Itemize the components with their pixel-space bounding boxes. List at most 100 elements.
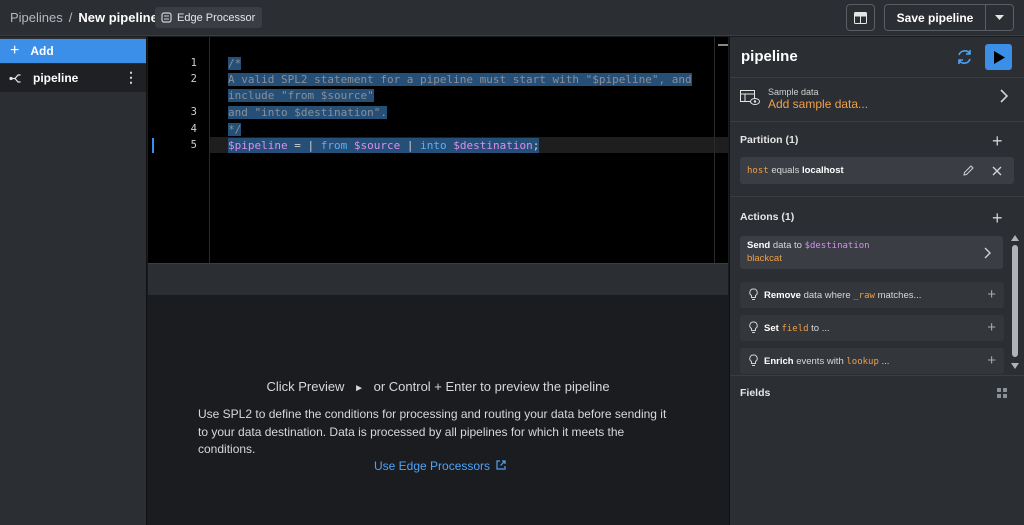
chevron-down-icon xyxy=(995,14,1004,20)
code-token: $source xyxy=(347,139,401,152)
code-token: $destination xyxy=(446,139,533,152)
panel-title: pipeline xyxy=(741,48,798,65)
divider xyxy=(730,121,1024,122)
code-token: into xyxy=(420,139,447,152)
scroll-up-icon[interactable] xyxy=(1011,235,1019,241)
layout-toggle-button[interactable] xyxy=(846,4,875,31)
preview-description: Use SPL2 to define the conditions for pr… xyxy=(198,407,667,456)
chevron-right-icon xyxy=(1000,89,1008,103)
comment-text: /* xyxy=(228,57,242,70)
code-line: */ xyxy=(228,122,242,137)
actions-heading: Actions (1) xyxy=(740,211,795,223)
link-label: Use Edge Processors xyxy=(374,459,491,473)
play-icon xyxy=(993,50,1005,64)
remove-action-suggestion[interactable]: Remove data where _raw matches... + xyxy=(740,282,1004,308)
divider xyxy=(730,375,1024,376)
editor-scrollbar[interactable] xyxy=(718,44,728,46)
suggestion-text: Enrich events with lookup ... xyxy=(764,356,889,367)
code-token: = | xyxy=(287,139,321,152)
action-verb: Enrich xyxy=(764,356,794,367)
sidebar-add-button[interactable]: + Add xyxy=(0,39,146,63)
edge-processor-chip: Edge Processor xyxy=(155,7,263,28)
breadcrumb: Pipelines / New pipeline xyxy=(10,10,158,25)
spl2-code-editor[interactable]: 1 2 3 4 5 /* A valid SPL2 statement for … xyxy=(148,37,728,263)
action-code: _raw xyxy=(853,291,875,301)
action-text: ... xyxy=(881,356,890,367)
preview-panel: Click Preview ► or Control + Enter to pr… xyxy=(148,295,728,525)
sync-icon[interactable] xyxy=(956,49,973,65)
suggestion-text: Remove data where _raw matches... xyxy=(764,290,921,301)
breadcrumb-separator: / xyxy=(68,10,73,25)
use-edge-processors-link[interactable]: Use Edge Processors xyxy=(374,459,507,473)
scroll-down-icon[interactable] xyxy=(1011,363,1019,369)
send-action-line: Send data to $destination xyxy=(747,240,870,251)
grid-view-icon[interactable] xyxy=(997,388,1007,398)
add-sample-data-link[interactable]: Add sample data... xyxy=(768,97,868,111)
divider xyxy=(730,77,1024,78)
sidebar-add-label: Add xyxy=(30,44,54,58)
suggestion-text: Set field to ... xyxy=(764,323,830,334)
actions-scrollbar[interactable] xyxy=(1011,235,1019,375)
edge-processor-icon xyxy=(161,12,172,23)
code-line: A valid SPL2 statement for a pipeline mu… xyxy=(228,72,692,87)
lightbulb-icon xyxy=(749,288,758,300)
destination-name: blackcat xyxy=(747,253,782,264)
destination-variable: $destination xyxy=(804,241,870,251)
action-code: lookup xyxy=(846,357,879,367)
send-action-card[interactable]: Send data to $destination blackcat xyxy=(740,236,1003,269)
close-icon[interactable] xyxy=(992,166,1002,176)
save-options-dropdown[interactable] xyxy=(986,4,1014,31)
code-token: from xyxy=(320,139,348,152)
partition-condition-card[interactable]: host equals localhost xyxy=(740,157,1014,184)
add-action-button[interactable]: + xyxy=(992,209,1003,227)
breadcrumb-pipelines-link[interactable]: Pipelines xyxy=(10,10,63,25)
more-options-icon[interactable]: ⋮ xyxy=(124,70,138,84)
top-bar: Pipelines / New pipeline Edge Processor … xyxy=(0,0,1024,36)
divider xyxy=(730,196,1024,197)
sidebar-item-label: pipeline xyxy=(33,71,79,85)
save-pipeline-button[interactable]: Save pipeline xyxy=(884,4,986,31)
preview-results-bar xyxy=(148,263,728,295)
condition-value: localhost xyxy=(801,165,844,176)
code-token: $pipeline xyxy=(228,139,288,152)
code-line-statement: $pipeline = | from $source | into $desti… xyxy=(228,138,540,153)
line-number: 5 xyxy=(190,139,197,151)
partition-condition: host equals localhost xyxy=(747,165,844,176)
action-text: to ... xyxy=(811,323,830,334)
scrollbar-thumb[interactable] xyxy=(1012,245,1018,357)
lightbulb-icon xyxy=(749,354,758,366)
preview-instruction: Click Preview ► or Control + Enter to pr… xyxy=(148,379,728,394)
add-partition-button[interactable]: + xyxy=(992,132,1003,150)
plus-icon: + xyxy=(10,42,20,59)
action-text: data where xyxy=(803,290,851,301)
line-number: 2 xyxy=(190,73,197,85)
page-title: New pipeline xyxy=(78,10,158,25)
plus-icon[interactable]: + xyxy=(987,320,996,335)
sidebar-item-pipeline[interactable]: pipeline ⋮ xyxy=(0,64,146,92)
line-number: 3 xyxy=(190,106,197,118)
sidebar: + Add pipeline ⋮ xyxy=(0,37,147,525)
preview-instruction-part: Click Preview xyxy=(266,379,345,394)
partition-heading: Partition (1) xyxy=(740,134,799,146)
condition-field: host xyxy=(747,166,769,176)
sample-data-label: Sample data xyxy=(768,87,819,97)
plus-icon[interactable]: + xyxy=(987,287,996,302)
enrich-action-suggestion[interactable]: Enrich events with lookup ... + xyxy=(740,348,1004,374)
set-action-suggestion[interactable]: Set field to ... + xyxy=(740,315,1004,341)
plus-icon[interactable]: + xyxy=(987,353,996,368)
action-text: events with xyxy=(796,356,844,367)
pencil-icon[interactable] xyxy=(963,165,974,176)
condition-operator: equals xyxy=(771,165,800,176)
action-text: data to xyxy=(772,240,802,251)
code-line: /* xyxy=(228,56,242,71)
run-preview-button[interactable] xyxy=(985,44,1012,70)
sample-data-row[interactable]: Sample data Add sample data... xyxy=(740,87,1020,111)
branch-icon xyxy=(9,73,21,83)
external-link-icon xyxy=(496,460,507,470)
layout-icon xyxy=(854,11,867,24)
fields-heading: Fields xyxy=(740,387,771,399)
lightbulb-icon xyxy=(749,321,758,333)
comment-text: A valid SPL2 statement for a pipeline mu… xyxy=(228,73,692,86)
code-line: include "from $source" xyxy=(228,88,374,103)
play-glyph-icon: ► xyxy=(354,383,364,394)
